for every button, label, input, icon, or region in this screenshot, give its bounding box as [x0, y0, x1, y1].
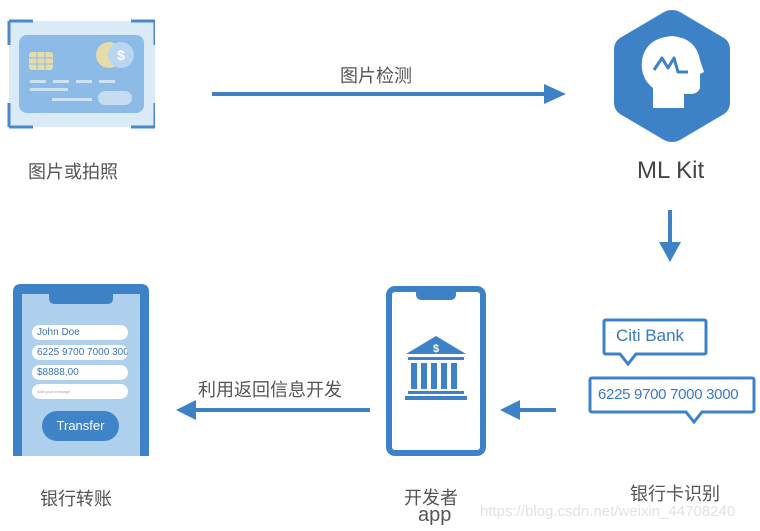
- arrow-right-icon: [212, 84, 568, 104]
- dev-app-label-line2: app: [418, 504, 452, 526]
- amount-field[interactable]: $8888,00: [32, 365, 128, 380]
- photo-label: 图片或拍照: [28, 162, 118, 183]
- arrow-left-long-icon: [176, 398, 372, 422]
- developer-app-phone-icon: $: [386, 286, 486, 460]
- mlkit-logo-icon: [610, 8, 734, 144]
- arrow-down-icon: [658, 210, 682, 264]
- card-photo-icon: $: [5, 18, 157, 130]
- bank-dollar-text: $: [433, 343, 439, 355]
- name-field[interactable]: John Doe: [32, 325, 128, 340]
- card-number-text: 6225 9700 7000 3000: [598, 386, 739, 403]
- bank-name-text: Citi Bank: [616, 326, 685, 345]
- message-field[interactable]: Add your message: [32, 384, 128, 399]
- card-number-bubble: [588, 376, 756, 432]
- transfer-label: 银行转账: [40, 489, 112, 510]
- card-number-field[interactable]: 6225 9700 7000 3000: [32, 345, 128, 360]
- transfer-button[interactable]: Transfer: [42, 411, 119, 441]
- mlkit-label: ML Kit: [637, 157, 705, 184]
- arrow-left-short-icon: [500, 398, 558, 422]
- watermark: https://blog.csdn.net/weixin_44708240: [480, 503, 736, 520]
- svg-text:$: $: [117, 47, 125, 63]
